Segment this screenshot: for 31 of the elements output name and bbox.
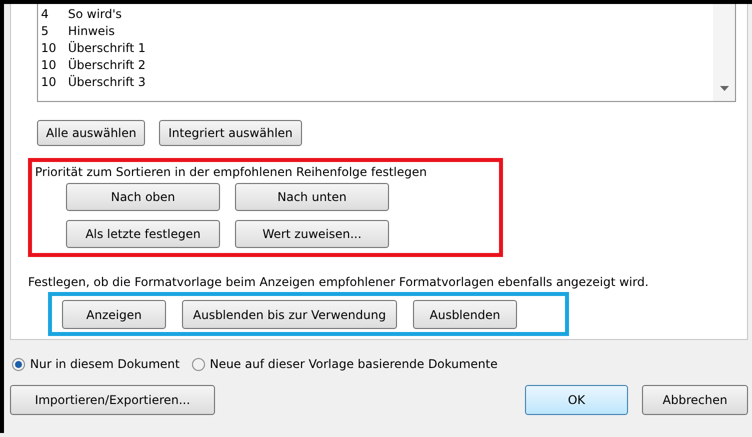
radio-label[interactable]: Nur in diesem Dokument [30,357,180,371]
style-name[interactable]: So wird's [68,6,122,20]
style-name[interactable]: Hinweis [68,24,115,38]
priority-button[interactable]: Als letzte festlegen [66,220,220,248]
radio-button[interactable] [192,358,205,370]
style-name[interactable]: Überschrift 2 [68,58,146,72]
priority-value: 10 [41,74,58,88]
priority-value: 10 [41,40,58,54]
scroll-down-icon[interactable] [720,86,728,91]
visibility-button[interactable]: Ausblenden bis zur Verwendung [182,300,397,329]
priority-button[interactable]: Nach oben [66,183,220,211]
priority-button[interactable]: Nach unten [235,183,389,211]
radio-label[interactable]: Neue auf dieser Vorlage basierende Dokumente [210,357,498,371]
import-export-button[interactable]: Importieren/Exportieren... [10,385,215,415]
scrollbar[interactable] [713,4,735,101]
priority-value: 4 [41,6,50,20]
select-button[interactable]: Alle auswählen [37,120,146,146]
cancel-button[interactable]: Abbrechen [642,385,748,415]
radio-button[interactable] [12,358,25,370]
priority-value: 10 [41,58,58,72]
visibility-button[interactable]: Anzeigen [62,300,166,329]
ok-button[interactable]: OK [525,385,628,415]
section-label: Festlegen, ob die Formatvorlage beim Anzeigen empfohlener Formatvorlagen ebenfalls angezeigt wird. [28,275,650,289]
section-label: Priorität zum Sortieren in der empfohlenen Reihenfolge festlegen [35,165,428,179]
style-list[interactable]: 4 So wird's 5 Hinweis 10 Überschrift 1 10 Überschrift 2 10 Überschrift 3 [37,4,736,102]
priority-button[interactable]: Wert zuweisen... [235,220,389,248]
priority-value: 5 [41,24,50,38]
visibility-button[interactable]: Ausblenden [412,300,517,329]
select-button[interactable]: Integriert auswählen [159,120,302,146]
style-name[interactable]: Überschrift 1 [68,40,146,54]
style-name[interactable]: Überschrift 3 [68,74,146,88]
